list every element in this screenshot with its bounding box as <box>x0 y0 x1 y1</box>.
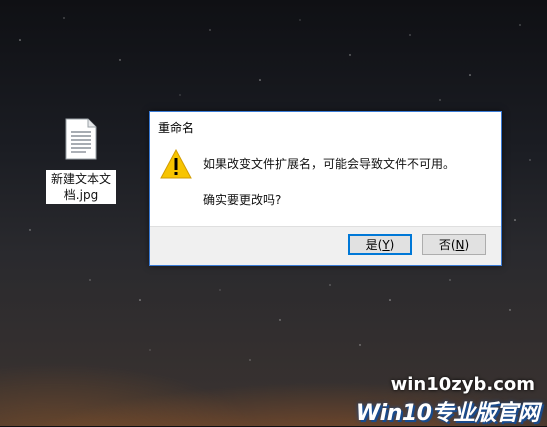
warning-icon <box>160 149 192 179</box>
yes-button[interactable]: 是(Y) <box>348 234 412 255</box>
dialog-title: 重命名 <box>158 121 195 135</box>
desktop-file-label[interactable]: 新建文本文 档.jpg <box>46 170 116 204</box>
no-button-close: ) <box>464 238 470 252</box>
yes-button-label: 是( <box>365 238 383 252</box>
yes-button-close: ) <box>389 238 395 252</box>
file-label-line1: 新建文本文 <box>50 172 111 186</box>
watermark-brand: Win10专业版官网 <box>355 401 540 426</box>
no-button[interactable]: 否(N) <box>422 234 486 255</box>
yes-hotkey: Y <box>382 238 390 252</box>
dialog-message: 如果改变文件扩展名，可能会导致文件不可用。 <box>203 157 456 171</box>
rename-dialog: 重命名 如果改变文件扩展名，可能会导致文件不可用。 确实要更改吗? 是(Y) 否… <box>149 111 502 266</box>
dialog-question: 确实要更改吗? <box>203 193 282 207</box>
desktop-file-item[interactable]: 新建文本文 档.jpg <box>45 114 117 204</box>
file-label-line2: 档.jpg <box>63 188 99 202</box>
dialog-footer: 是(Y) 否(N) <box>150 226 501 265</box>
text-document-icon <box>65 118 97 160</box>
no-button-label: 否( <box>438 238 456 252</box>
watermark-url: win10zyb.com <box>390 374 535 395</box>
